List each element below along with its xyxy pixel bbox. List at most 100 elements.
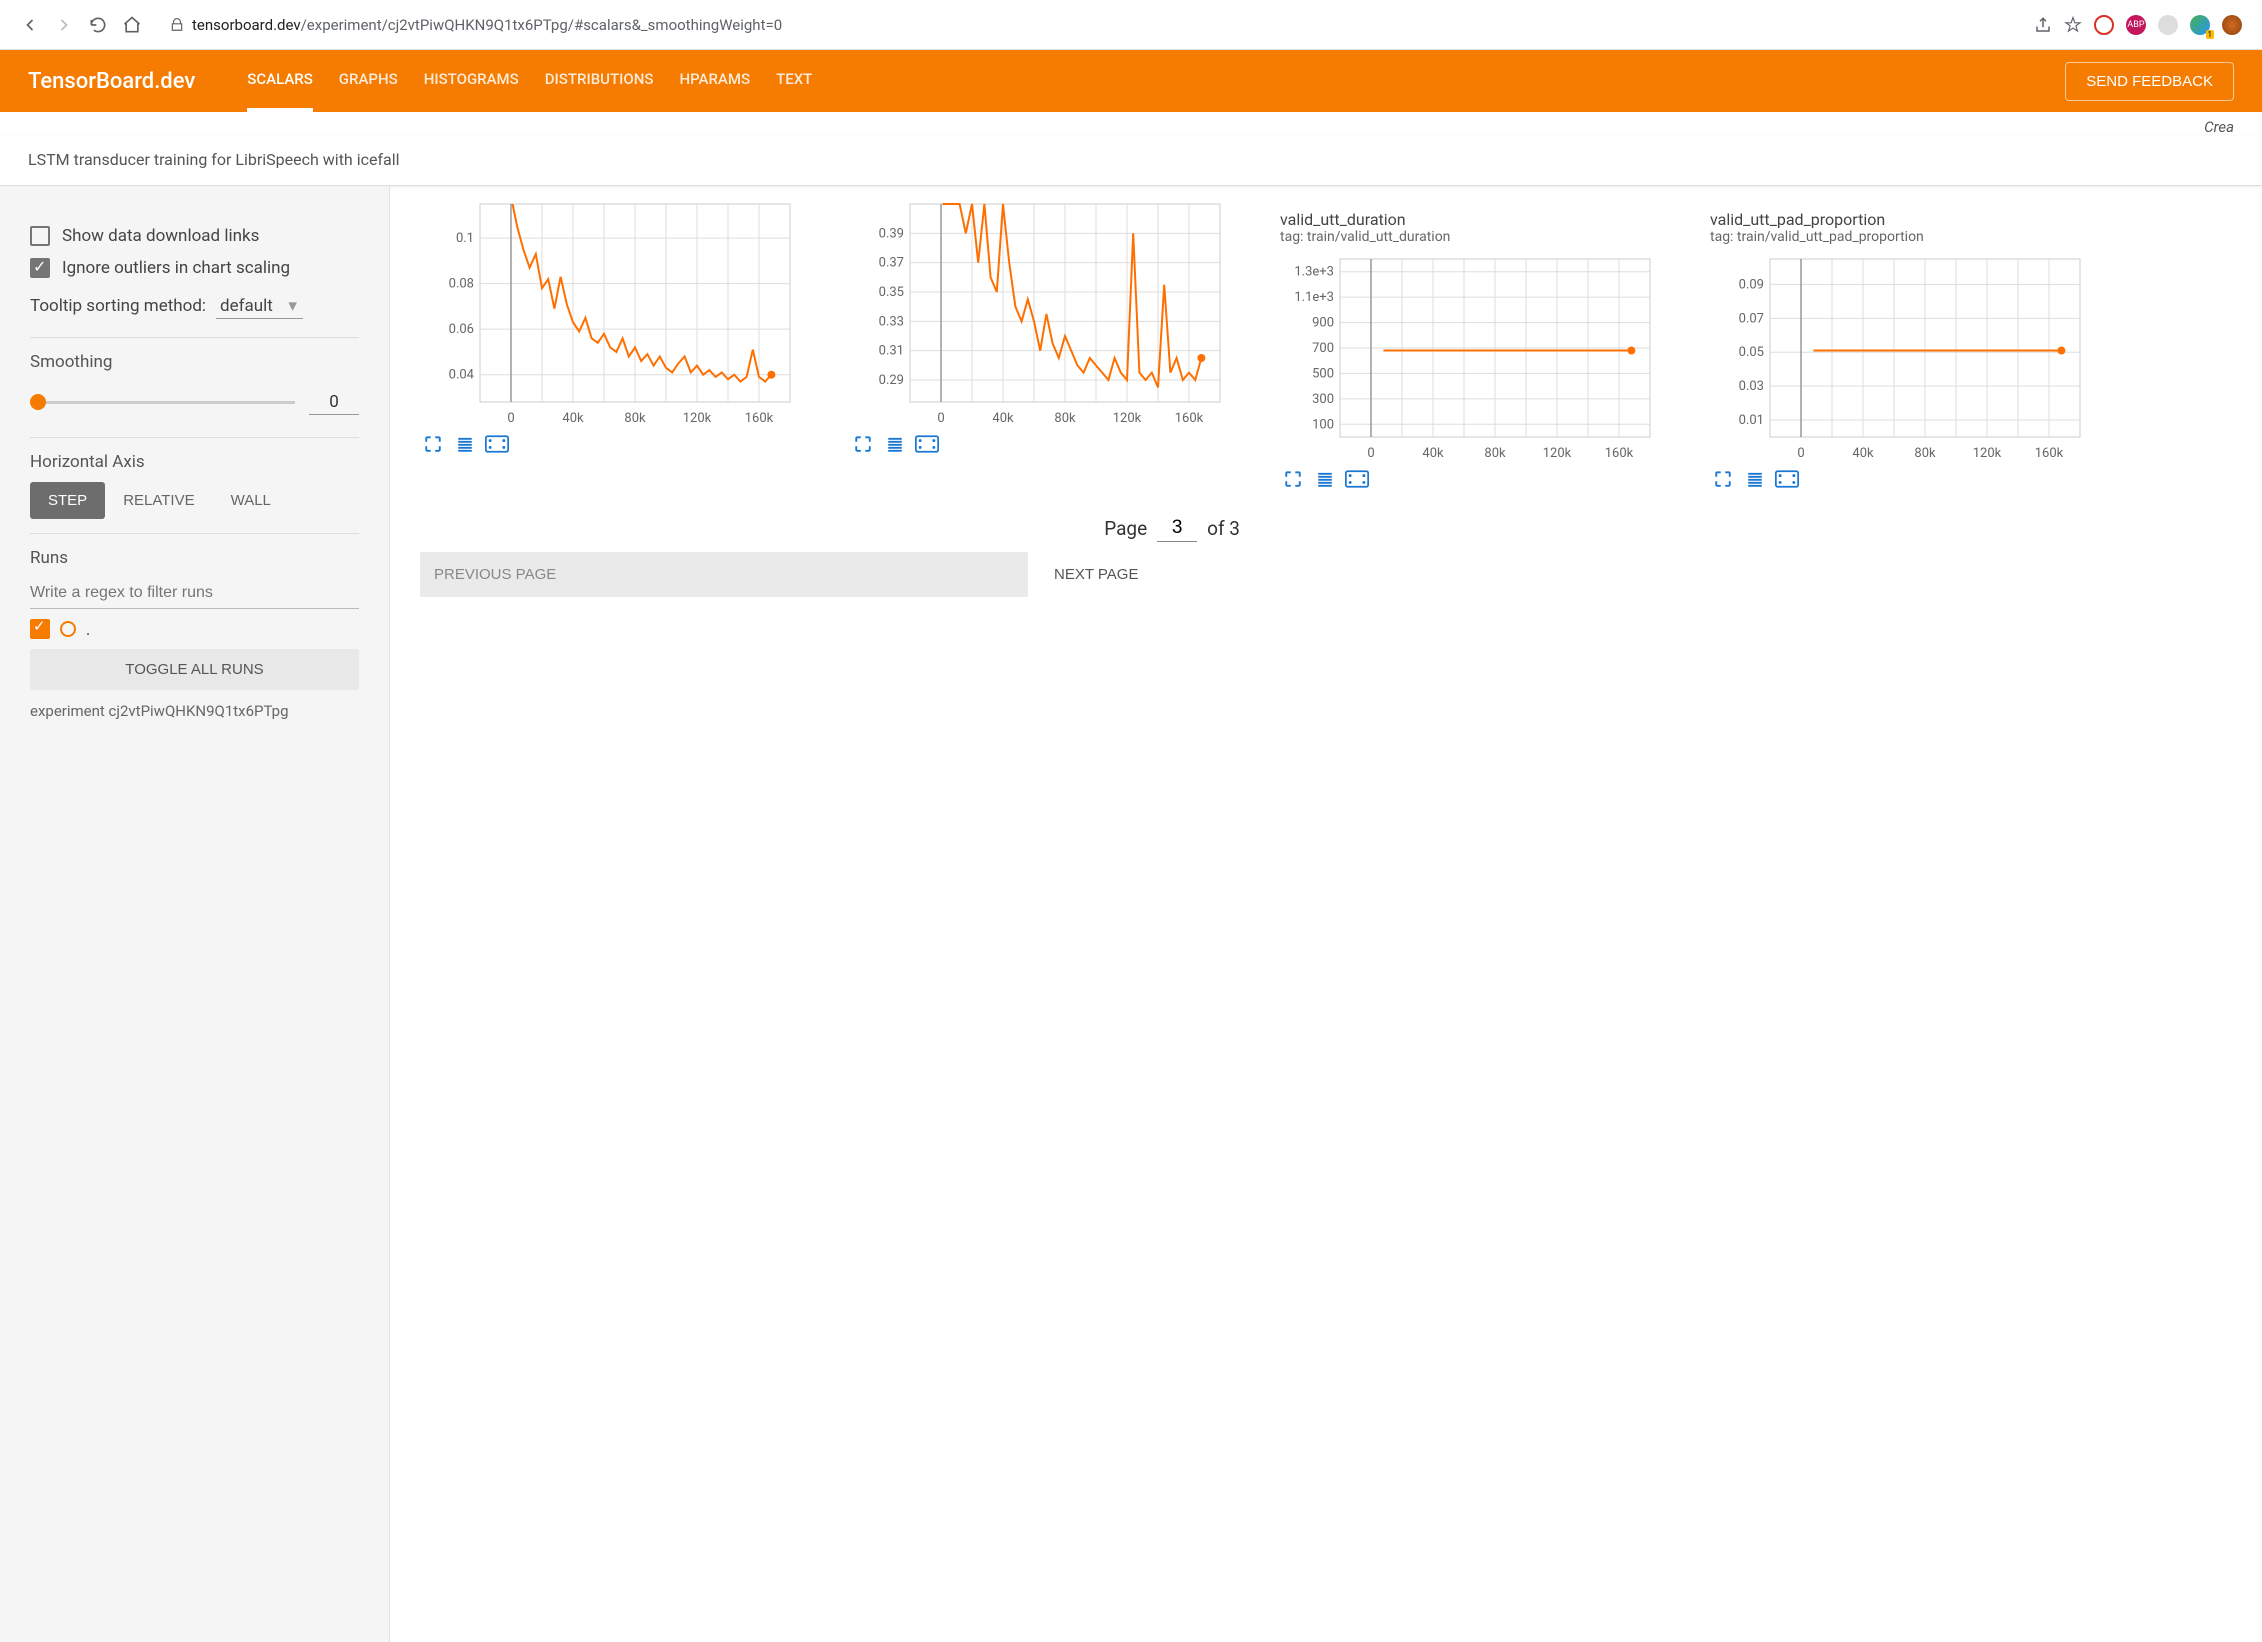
svg-text:0.33: 0.33: [879, 314, 904, 329]
chart-svg[interactable]: 0.040.060.080.1040k80k120k160k: [420, 196, 800, 426]
ublock-icon[interactable]: [2094, 15, 2114, 35]
svg-text:0.07: 0.07: [1739, 311, 1764, 326]
chart-svg[interactable]: 0.010.030.050.070.09040k80k120k160k: [1710, 251, 2090, 461]
expand-icon[interactable]: [420, 432, 446, 456]
svg-text:160k: 160k: [745, 411, 774, 426]
svg-text:40k: 40k: [992, 411, 1014, 426]
cookie-icon[interactable]: [2222, 15, 2242, 35]
svg-text:120k: 120k: [683, 411, 712, 426]
smoothing-value[interactable]: 0: [309, 390, 359, 415]
svg-text:40k: 40k: [1852, 446, 1874, 461]
svg-text:0.03: 0.03: [1739, 379, 1764, 394]
tab-graphs[interactable]: GRAPHS: [339, 50, 398, 112]
svg-text:900: 900: [1312, 316, 1334, 331]
share-icon[interactable]: [2034, 16, 2052, 34]
fit-icon[interactable]: [914, 432, 940, 456]
experiment-description: LSTM transducer training for LibriSpeech…: [0, 136, 2262, 186]
tooltip-sort-select[interactable]: default: [216, 294, 303, 319]
svg-text:0.08: 0.08: [449, 277, 474, 292]
back-icon[interactable]: [20, 15, 40, 35]
abp-icon[interactable]: ABP: [2126, 15, 2146, 35]
svg-text:100: 100: [1312, 417, 1334, 432]
svg-text:0.29: 0.29: [879, 373, 904, 388]
next-page-button[interactable]: NEXT PAGE: [1040, 552, 1240, 597]
star-icon[interactable]: [2064, 16, 2082, 34]
chart: valid_utt_pad_proportiontag: train/valid…: [1710, 210, 2100, 491]
page-input[interactable]: [1157, 515, 1197, 542]
browser-actions: ABP 1: [2034, 15, 2242, 35]
run-checkbox[interactable]: [30, 619, 50, 639]
svg-text:160k: 160k: [1175, 411, 1204, 426]
svg-text:0.05: 0.05: [1739, 345, 1764, 360]
ignore-outliers-checkbox[interactable]: [30, 258, 50, 278]
lock-icon: [170, 18, 184, 32]
smoothing-slider[interactable]: [30, 401, 295, 404]
fit-icon[interactable]: [1774, 467, 1800, 491]
nav-tabs: SCALARS GRAPHS HISTOGRAMS DISTRIBUTIONS HPAR…: [247, 50, 2065, 112]
svg-text:120k: 120k: [1113, 411, 1142, 426]
axis-wall-button[interactable]: WALL: [213, 482, 289, 519]
chart-content: 0.040.060.080.1040k80k120k160k 0.290.310…: [390, 186, 2262, 1642]
lines-icon[interactable]: [882, 432, 908, 456]
svg-text:120k: 120k: [1973, 446, 2002, 461]
svg-text:700: 700: [1312, 341, 1334, 356]
browser-toolbar: tensorboard.dev/experiment/cj2vtPiwQHKN9…: [0, 0, 2262, 50]
chart: 0.040.060.080.1040k80k120k160k: [420, 196, 810, 456]
chart-svg[interactable]: 1003005007009001.1e+31.3e+3040k80k120k16…: [1280, 251, 1660, 461]
svg-text:80k: 80k: [624, 411, 646, 426]
svg-text:1.1e+3: 1.1e+3: [1294, 290, 1334, 305]
tab-scalars[interactable]: SCALARS: [247, 50, 313, 112]
chart: 0.290.310.330.350.370.39040k80k120k160k: [850, 196, 1240, 456]
runs-filter-input[interactable]: [30, 578, 359, 609]
reload-icon[interactable]: [88, 15, 108, 35]
svg-text:300: 300: [1312, 392, 1334, 407]
svg-text:0.37: 0.37: [879, 256, 904, 271]
tab-hparams[interactable]: HPARAMS: [679, 50, 750, 112]
sidebar: Show data download links Ignore outliers…: [0, 186, 390, 1642]
extension2-icon[interactable]: 1: [2190, 15, 2210, 35]
expand-icon[interactable]: [850, 432, 876, 456]
url-path: /experiment/cj2vtPiwQHKN9Q1tx6PTpg/#scal…: [301, 16, 783, 34]
home-icon[interactable]: [122, 15, 142, 35]
lines-icon[interactable]: [1742, 467, 1768, 491]
page-label-pre: Page: [1104, 517, 1147, 540]
lines-icon[interactable]: [1312, 467, 1338, 491]
address-bar[interactable]: tensorboard.dev/experiment/cj2vtPiwQHKN9…: [156, 10, 2020, 40]
lines-icon[interactable]: [452, 432, 478, 456]
svg-text:40k: 40k: [562, 411, 584, 426]
page-label-post: of 3: [1207, 517, 1240, 540]
experiment-id: experiment cj2vtPiwQHKN9Q1tx6PTpg: [30, 690, 359, 732]
fit-icon[interactable]: [484, 432, 510, 456]
tab-histograms[interactable]: HISTOGRAMS: [424, 50, 519, 112]
pager: Page of 3: [420, 491, 1240, 552]
chart-title: valid_utt_pad_proportion: [1710, 210, 2100, 229]
forward-icon[interactable]: [54, 15, 74, 35]
svg-text:40k: 40k: [1422, 446, 1444, 461]
app-logo[interactable]: TensorBoard.dev: [28, 69, 195, 94]
horiz-axis-label: Horizontal Axis: [30, 452, 359, 472]
svg-text:0.06: 0.06: [449, 322, 474, 337]
show-download-checkbox[interactable]: [30, 226, 50, 246]
svg-text:1.3e+3: 1.3e+3: [1294, 265, 1334, 280]
tab-text[interactable]: TEXT: [776, 50, 812, 112]
toggle-all-runs-button[interactable]: TOGGLE ALL RUNS: [30, 649, 359, 690]
app-header: TensorBoard.dev SCALARS GRAPHS HISTOGRAMS D…: [0, 50, 2262, 112]
chart-svg[interactable]: 0.290.310.330.350.370.39040k80k120k160k: [850, 196, 1230, 426]
tab-distributions[interactable]: DISTRIBUTIONS: [545, 50, 654, 112]
previous-page-button[interactable]: PREVIOUS PAGE: [420, 552, 1028, 597]
svg-text:0.1: 0.1: [456, 231, 474, 246]
expand-icon[interactable]: [1280, 467, 1306, 491]
svg-text:0: 0: [1367, 446, 1374, 461]
chart-title: valid_utt_duration: [1280, 210, 1670, 229]
axis-step-button[interactable]: STEP: [30, 482, 105, 519]
svg-text:0.09: 0.09: [1739, 277, 1764, 292]
axis-relative-button[interactable]: RELATIVE: [105, 482, 212, 519]
extension-icon[interactable]: [2158, 15, 2178, 35]
send-feedback-button[interactable]: SEND FEEDBACK: [2065, 62, 2234, 101]
expand-icon[interactable]: [1710, 467, 1736, 491]
show-download-label: Show data download links: [62, 226, 259, 246]
svg-text:80k: 80k: [1054, 411, 1076, 426]
svg-text:80k: 80k: [1484, 446, 1506, 461]
slider-thumb[interactable]: [30, 394, 46, 410]
fit-icon[interactable]: [1344, 467, 1370, 491]
